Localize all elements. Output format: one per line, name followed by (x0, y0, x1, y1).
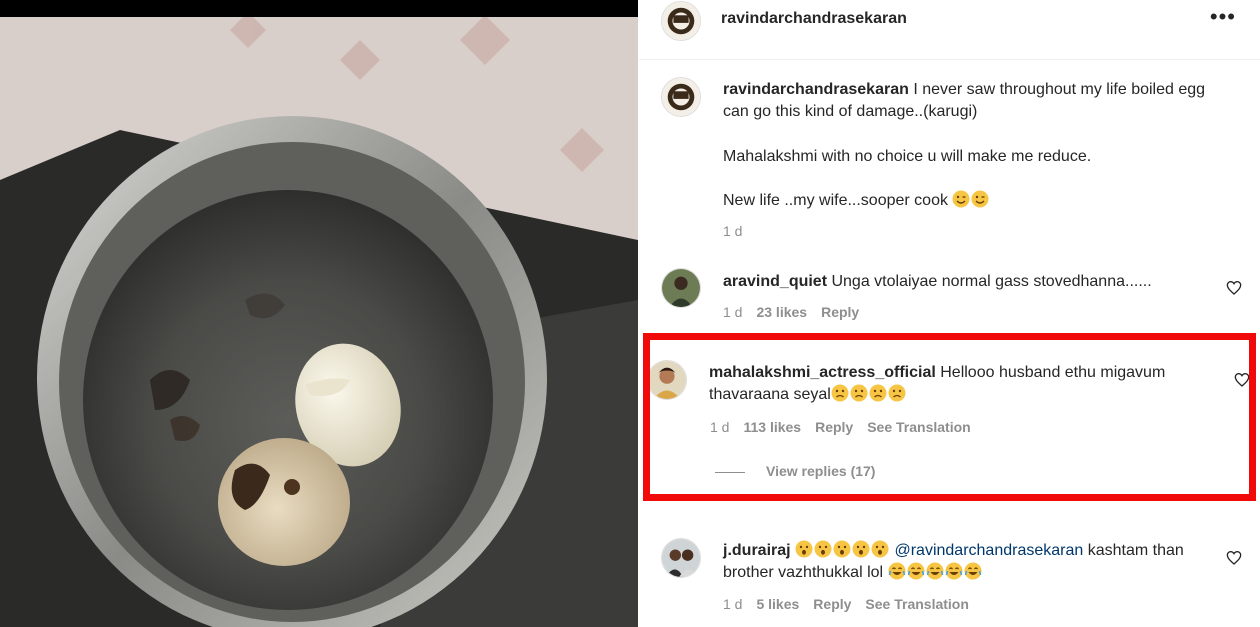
comment-username[interactable]: mahalakshmi_actress_official (709, 364, 936, 381)
boiled-eggs-in-pot-image (0, 0, 638, 627)
post-header: ravindarchandrasekaran ••• (639, 0, 1260, 60)
caption-time: 1 d (723, 223, 743, 239)
reply-button[interactable]: Reply (813, 596, 851, 612)
post-author-username[interactable]: ravindarchandrasekaran (721, 10, 907, 28)
commenter-avatar[interactable] (647, 360, 687, 400)
commenter-avatar[interactable] (661, 268, 701, 308)
comment-body: mahalakshmi_actress_official Hellooo hus… (709, 362, 1229, 406)
comment-meta: 1 d 113 likes Reply See Translation (710, 419, 985, 435)
sad-face-icon (888, 384, 906, 402)
caption-line-3: New life ..my wife...sooper cook (723, 190, 1223, 212)
author-avatar-image (662, 2, 700, 40)
comment-meta: 1 d 23 likes Reply (723, 304, 873, 320)
comment-body: aravind_quiet Unga vtolaiyae normal gass… (723, 271, 1223, 293)
caption-line-3-text: New life ..my wife...sooper cook (723, 192, 948, 209)
laughing-face-icon (945, 562, 963, 580)
caption-avatar-image (662, 78, 700, 116)
commenter-avatar-image (648, 361, 686, 399)
caption-line-2: Mahalakshmi with no choice u will make m… (723, 148, 1092, 165)
post-photo (0, 0, 638, 627)
winking-face-icon (971, 190, 989, 208)
laughing-face-icon (926, 562, 944, 580)
comment-text: Unga vtolaiyae normal gass stovedhanna..… (827, 273, 1152, 290)
winking-face-icon (952, 190, 970, 208)
surprised-face-icon (852, 540, 870, 558)
like-heart-icon[interactable] (1226, 280, 1242, 296)
commenter-avatar-image (662, 539, 700, 577)
sad-face-icon (869, 384, 887, 402)
comment-time: 1 d (723, 596, 743, 612)
surprised-face-icon (833, 540, 851, 558)
surprised-face-icon (871, 540, 889, 558)
caption-avatar[interactable] (661, 77, 701, 117)
see-translation-button[interactable]: See Translation (865, 596, 968, 612)
laughing-face-icon (907, 562, 925, 580)
see-translation-button[interactable]: See Translation (867, 419, 970, 435)
comment-likes[interactable]: 113 likes (743, 419, 801, 435)
sad-face-icon (831, 384, 849, 402)
caption-username[interactable]: ravindarchandrasekaran (723, 81, 909, 98)
surprised-face-icon (814, 540, 832, 558)
laughing-face-icon (888, 562, 906, 580)
comment-time: 1 d (710, 419, 730, 435)
like-heart-icon[interactable] (1226, 550, 1242, 566)
reply-button[interactable]: Reply (815, 419, 853, 435)
comment-username[interactable]: aravind_quiet (723, 273, 827, 290)
like-heart-icon[interactable] (1234, 372, 1250, 388)
mention-link[interactable]: @ravindarchandrasekaran (894, 542, 1083, 559)
comment-username[interactable]: j.durairaj (723, 542, 791, 559)
reply-button[interactable]: Reply (821, 304, 859, 320)
more-options-button[interactable]: ••• (1210, 4, 1236, 30)
comment-likes[interactable]: 5 likes (756, 596, 799, 612)
comment-likes[interactable]: 23 likes (756, 304, 807, 320)
surprised-face-icon (795, 540, 813, 558)
sad-face-icon (850, 384, 868, 402)
caption-meta: 1 d (723, 223, 756, 239)
replies-divider (715, 472, 745, 473)
view-replies-button[interactable]: View replies (17) (766, 463, 875, 479)
laughing-face-icon (964, 562, 982, 580)
author-avatar[interactable] (661, 1, 701, 41)
commenter-avatar-image (662, 269, 700, 307)
commenter-avatar[interactable] (661, 538, 701, 578)
comments-panel: ravindarchandrasekaran ••• ravindarchand… (639, 0, 1260, 627)
caption-line-1: ravindarchandrasekaran I never saw throu… (723, 79, 1213, 123)
comment-time: 1 d (723, 304, 743, 320)
comment-body: j.durairaj @ravindarchandrasekaran kasht… (723, 540, 1223, 584)
comment-meta: 1 d 5 likes Reply See Translation (723, 596, 983, 612)
